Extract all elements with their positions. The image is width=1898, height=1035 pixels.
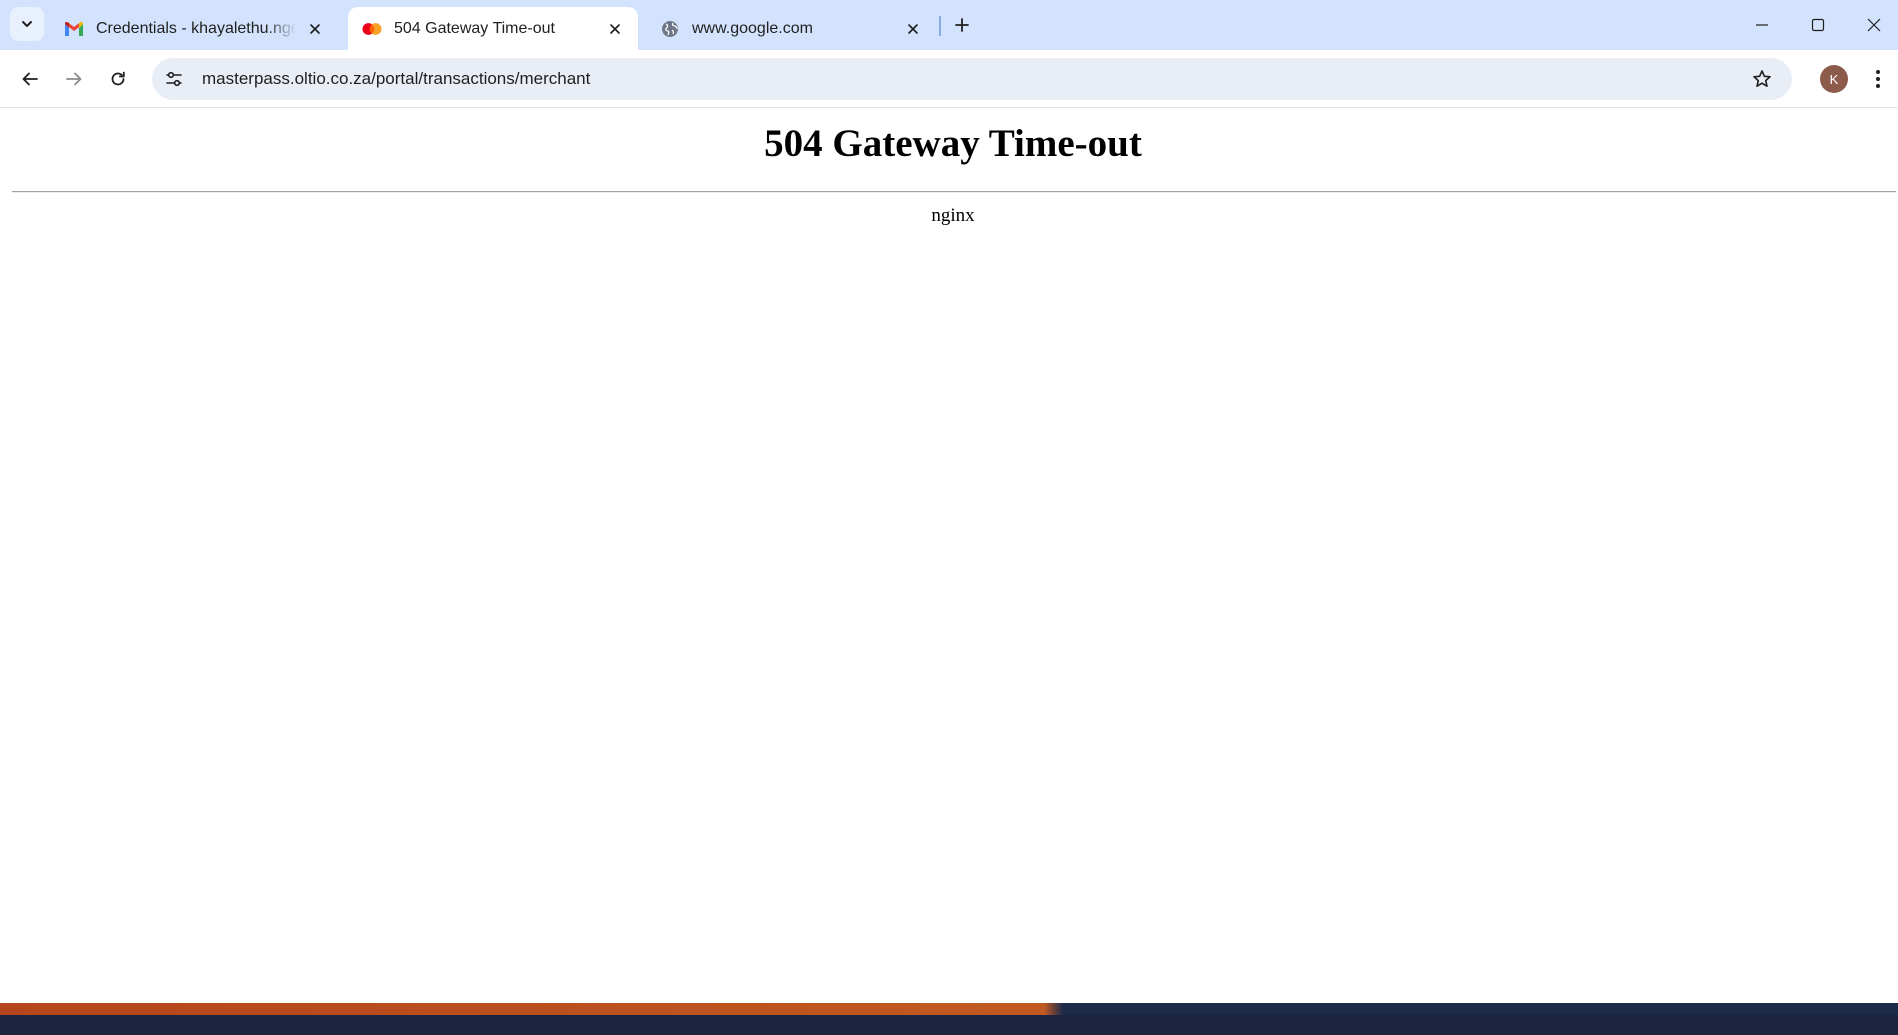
tab-search-button[interactable] (10, 7, 44, 41)
maximize-button[interactable] (1790, 0, 1846, 50)
back-button[interactable] (12, 61, 48, 97)
forward-button[interactable] (56, 61, 92, 97)
tab-title: 504 Gateway Time-out (394, 19, 555, 37)
close-icon (1867, 18, 1881, 32)
address-url[interactable]: masterpass.oltio.co.za/portal/transactio… (202, 69, 590, 89)
reload-icon (111, 71, 125, 86)
minimize-icon (1756, 24, 1768, 26)
browser-menu-button[interactable] (1862, 61, 1894, 97)
maximize-icon (1811, 18, 1825, 32)
tab-credentials[interactable]: Credentials - khayalethu.ngema (50, 7, 338, 50)
reload-button[interactable] (100, 61, 136, 97)
divider (12, 191, 1896, 193)
arrow-left-icon (22, 72, 38, 86)
tab-google[interactable]: www.google.com (646, 7, 936, 50)
tab-gateway-timeout[interactable]: 504 Gateway Time-out (348, 7, 638, 50)
close-icon[interactable] (304, 18, 326, 40)
plus-icon (955, 18, 969, 32)
close-icon[interactable] (902, 18, 924, 40)
browser-window: Credentials - khayalethu.ngema 504 Gatew… (0, 0, 1898, 1012)
server-name: nginx (931, 205, 975, 226)
browser-toolbar: masterpass.oltio.co.za/portal/transactio… (0, 50, 1898, 108)
site-info-button[interactable] (158, 63, 190, 95)
gmail-icon (64, 19, 84, 39)
page-content: 504 Gateway Time-out nginx (0, 109, 1898, 1012)
mastercard-icon (362, 19, 382, 39)
tune-icon (166, 71, 182, 87)
tab-title: www.google.com (692, 19, 813, 37)
profile-avatar[interactable]: K (1820, 65, 1848, 93)
chevron-down-icon (22, 21, 32, 27)
page-heading: 504 Gateway Time-out (764, 122, 1142, 165)
arrow-right-icon (66, 72, 82, 86)
tab-separator (939, 16, 941, 36)
tab-strip: Credentials - khayalethu.ngema 504 Gatew… (0, 0, 1898, 50)
globe-icon (660, 19, 680, 39)
window-close-button[interactable] (1846, 0, 1898, 50)
tab-title: Credentials - khayalethu.ngema (96, 19, 296, 37)
star-icon (1753, 70, 1771, 87)
address-bar[interactable]: masterpass.oltio.co.za/portal/transactio… (152, 58, 1792, 100)
close-icon[interactable] (604, 18, 626, 40)
background-window-strip (0, 1003, 1898, 1015)
minimize-button[interactable] (1734, 0, 1790, 50)
more-vertical-icon (1876, 70, 1880, 88)
os-taskbar (0, 1015, 1898, 1035)
new-tab-button[interactable] (948, 11, 976, 39)
bookmark-button[interactable] (1746, 63, 1778, 95)
